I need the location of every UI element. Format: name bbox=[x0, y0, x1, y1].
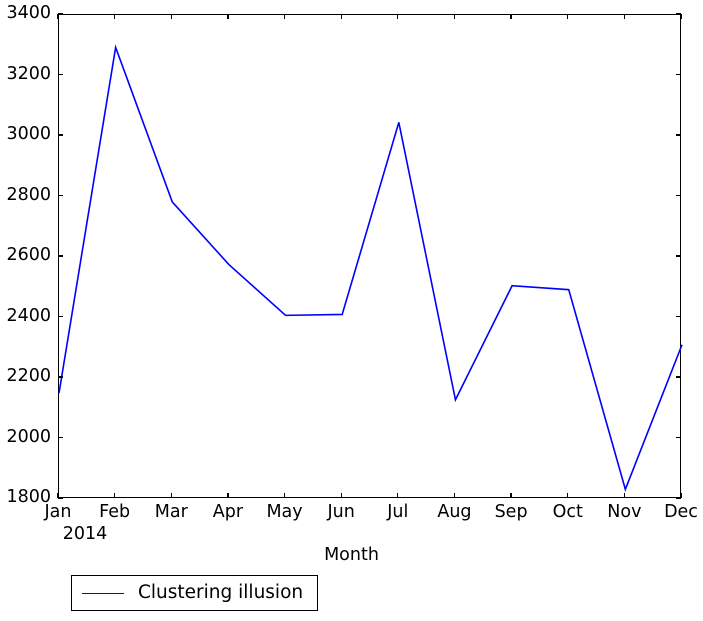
x-axis-year-label: 2014 bbox=[62, 524, 108, 544]
x-tick-label: Jul bbox=[387, 502, 409, 522]
x-tick-label: Feb bbox=[99, 502, 131, 522]
data-line-svg bbox=[58, 44, 683, 492]
x-tick-label: Dec bbox=[664, 502, 698, 522]
y-tick-label: 2400 bbox=[6, 305, 51, 326]
x-tick-label: Apr bbox=[212, 502, 244, 522]
x-tick-label: Jan bbox=[44, 502, 72, 522]
y-tick-label: 2600 bbox=[6, 245, 51, 265]
plot-area bbox=[58, 14, 683, 498]
legend-box: Clustering illusion bbox=[71, 575, 319, 611]
x-tick-label: Nov bbox=[607, 502, 642, 522]
legend-line-sample-icon bbox=[82, 592, 124, 594]
x-tick-label: Sep bbox=[494, 502, 528, 522]
y-tick-label: 3000 bbox=[6, 124, 51, 144]
y-tick-label: 2000 bbox=[6, 426, 51, 447]
legend-entry-label: Clustering illusion bbox=[138, 582, 304, 603]
y-tick-label: 2800 bbox=[6, 184, 51, 205]
y-tick-label: 3400 bbox=[6, 3, 51, 23]
x-tick-label: May bbox=[266, 502, 303, 522]
x-tick-label: Aug bbox=[437, 502, 472, 522]
series-line-clustering-illusion bbox=[58, 44, 683, 492]
x-tick-label: Oct bbox=[552, 502, 583, 522]
y-tick-label: 1800 bbox=[6, 487, 51, 507]
y-tick-label: 2200 bbox=[6, 366, 51, 386]
x-axis-title: Month bbox=[324, 545, 379, 565]
x-tick-label: Mar bbox=[154, 502, 188, 522]
chart-figure: 1800 2000 2200 2400 2600 2800 3000 3200 3400 Jan… bbox=[0, 0, 703, 621]
y-tick-label: 3200 bbox=[6, 63, 51, 84]
x-tick-label: Jun bbox=[327, 502, 355, 522]
